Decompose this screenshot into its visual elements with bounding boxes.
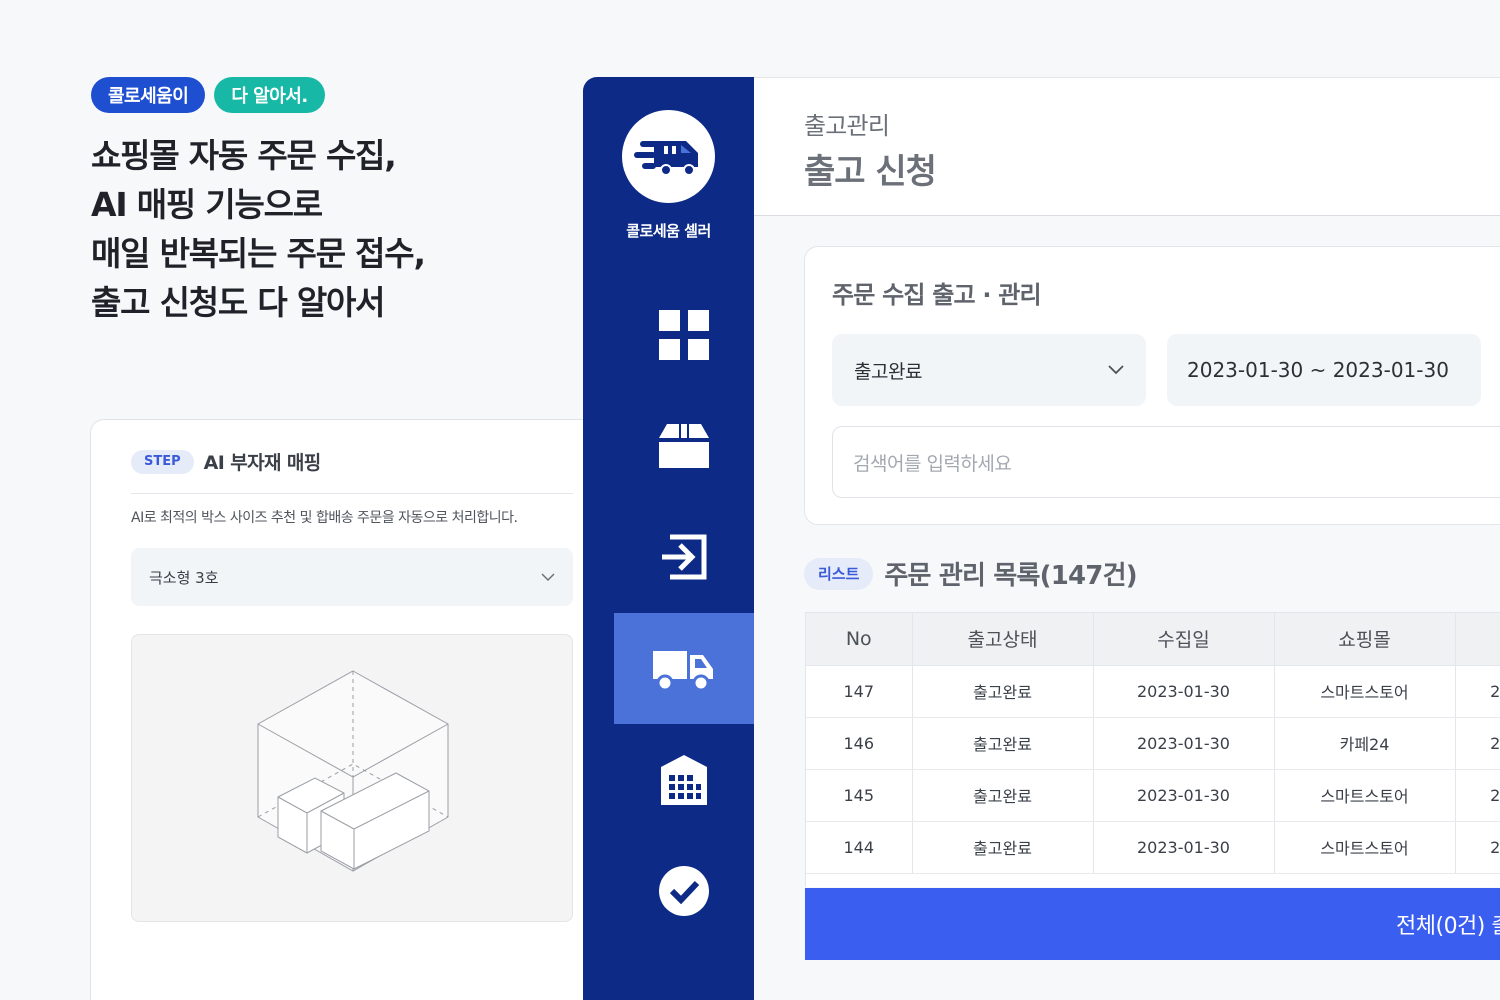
sidebar-item-inventory[interactable] bbox=[614, 390, 754, 501]
check-circle-icon bbox=[659, 865, 709, 916]
table-row[interactable]: 147 출고완료 2023-01-30 스마트스토어 2023 bbox=[806, 665, 1500, 718]
truck-logo-icon bbox=[633, 140, 698, 176]
chevron-down-icon bbox=[1108, 365, 1124, 375]
cell-mall: 스마트스토어 bbox=[1274, 665, 1456, 718]
column-header-no[interactable]: No bbox=[806, 613, 913, 666]
date-range-picker[interactable]: 2023-01-30 ~ 2023-01-30 bbox=[1167, 334, 1481, 406]
truck-icon bbox=[653, 650, 713, 691]
column-header-status[interactable]: 출고상태 bbox=[912, 613, 1094, 666]
table-row[interactable]: 146 출고완료 2023-01-30 카페24 2023 bbox=[806, 717, 1500, 770]
dashboard-icon bbox=[659, 309, 709, 360]
headline-line: 쇼핑몰 자동 주문 수집, bbox=[91, 136, 397, 175]
logo[interactable] bbox=[622, 110, 715, 203]
cell-date: 2023-01-30 bbox=[1093, 665, 1275, 718]
cell-next: 2023 bbox=[1455, 769, 1500, 822]
column-header-mall[interactable]: 쇼핑몰 bbox=[1274, 613, 1456, 666]
inbound-icon bbox=[662, 534, 707, 579]
warehouse-icon bbox=[661, 754, 707, 805]
cell-status: 출고완료 bbox=[912, 769, 1094, 822]
cell-date: 2023-01-30 bbox=[1093, 717, 1275, 770]
cell-status: 출고완료 bbox=[912, 665, 1094, 718]
status-value: 출고완료 bbox=[854, 360, 922, 383]
sidebar-item-complete[interactable] bbox=[614, 835, 754, 946]
cell-date: 2023-01-30 bbox=[1093, 769, 1275, 822]
cell-mall: 스마트스토어 bbox=[1274, 769, 1456, 822]
sidebar-item-dashboard[interactable] bbox=[614, 279, 754, 390]
brand-pill: 콜로세움이 bbox=[91, 77, 206, 113]
cell-next: 2023 bbox=[1455, 717, 1500, 770]
filter-card: 주문 수집 출고 · 관리 출고완료 2023-01-30 ~ 2023-01-… bbox=[804, 246, 1500, 525]
headline-line: AI 매핑 기능으로 bbox=[91, 185, 323, 224]
sidebar-item-inbound[interactable] bbox=[614, 501, 754, 612]
status-select[interactable]: 출고완료 bbox=[832, 334, 1146, 406]
table-header-row: No 출고상태 수집일 쇼핑몰 쇼 bbox=[806, 613, 1500, 666]
search-placeholder: 검색어를 입력하세요 bbox=[853, 452, 1012, 475]
cell-no: 144 bbox=[806, 821, 913, 874]
table-row[interactable]: 144 출고완료 2023-01-30 스마트스토어 2023 bbox=[806, 821, 1500, 874]
step-title: AI 부자재 매핑 bbox=[203, 452, 322, 474]
column-header-next[interactable]: 쇼 bbox=[1455, 613, 1500, 666]
step-badge: STEP bbox=[131, 449, 194, 474]
table-row[interactable]: 145 출고완료 2023-01-30 스마트스토어 2023 bbox=[806, 769, 1500, 822]
chevron-down-icon bbox=[541, 572, 555, 581]
cell-no: 147 bbox=[806, 665, 913, 718]
list-header: 리스트 주문 관리 목록(147건) bbox=[804, 555, 1138, 592]
box-size-value: 극소형 3호 bbox=[149, 568, 219, 587]
tag-pills: 콜로세움이 다 알아서. bbox=[91, 77, 325, 113]
cell-next: 2023 bbox=[1455, 665, 1500, 718]
bulk-action-label: 전체(0건) 출 bbox=[1396, 914, 1500, 939]
step-header: STEP AI 부자재 매핑 bbox=[131, 448, 321, 475]
box-illustration-icon bbox=[257, 670, 449, 872]
headline-line: 매일 반복되는 주문 접수, bbox=[91, 234, 426, 273]
sidebar: 콜로세움 셀러 bbox=[583, 77, 754, 1000]
page-header: 출고관리 출고 신청 bbox=[754, 77, 1500, 216]
search-input[interactable]: 검색어를 입력하세요 bbox=[832, 426, 1500, 498]
cell-next: 2023 bbox=[1455, 821, 1500, 874]
cell-mall: 스마트스토어 bbox=[1274, 821, 1456, 874]
cell-no: 146 bbox=[806, 717, 913, 770]
orders-table: No 출고상태 수집일 쇼핑몰 쇼 147 출고완료 2023-01-30 스마… bbox=[805, 612, 1500, 887]
cell-mall: 카페24 bbox=[1274, 717, 1456, 770]
box-preview bbox=[131, 634, 573, 922]
headline: 쇼핑몰 자동 주문 수집, AI 매핑 기능으로 매일 반복되는 주문 접수, … bbox=[91, 131, 426, 327]
divider bbox=[131, 493, 573, 494]
cell-date: 2023-01-30 bbox=[1093, 821, 1275, 874]
box-size-select[interactable]: 극소형 3호 bbox=[131, 548, 573, 606]
box-icon bbox=[659, 423, 709, 468]
date-range-value: 2023-01-30 ~ 2023-01-30 bbox=[1187, 358, 1449, 382]
app-name: 콜로세움 셀러 bbox=[626, 222, 711, 240]
tagline-pill: 다 알아서. bbox=[214, 77, 325, 113]
sidebar-item-warehouse[interactable] bbox=[614, 724, 754, 835]
breadcrumb[interactable]: 출고관리 bbox=[804, 106, 890, 141]
cell-status: 출고완료 bbox=[912, 821, 1094, 874]
bulk-action-button[interactable]: 전체(0건) 출 bbox=[805, 888, 1500, 960]
page-title: 출고 신청 bbox=[804, 152, 937, 192]
step-card: STEP AI 부자재 매핑 AI로 최적의 박스 사이즈 추천 및 합배송 주… bbox=[90, 419, 615, 1000]
main-content: 출고관리 출고 신청 주문 수집 출고 · 관리 출고완료 2023-01-30… bbox=[754, 77, 1500, 1000]
step-description: AI로 최적의 박스 사이즈 추천 및 합배송 주문을 자동으로 처리합니다. bbox=[131, 510, 518, 526]
cell-status: 출고완료 bbox=[912, 717, 1094, 770]
headline-line: 출고 신청도 다 알아서 bbox=[91, 283, 386, 322]
list-title: 주문 관리 목록(147건) bbox=[884, 561, 1137, 591]
sidebar-item-outbound[interactable] bbox=[614, 613, 754, 724]
cell-no: 145 bbox=[806, 769, 913, 822]
list-badge: 리스트 bbox=[804, 557, 874, 590]
column-header-collected-date[interactable]: 수집일 bbox=[1093, 613, 1275, 666]
filter-title: 주문 수집 출고 · 관리 bbox=[832, 281, 1042, 309]
